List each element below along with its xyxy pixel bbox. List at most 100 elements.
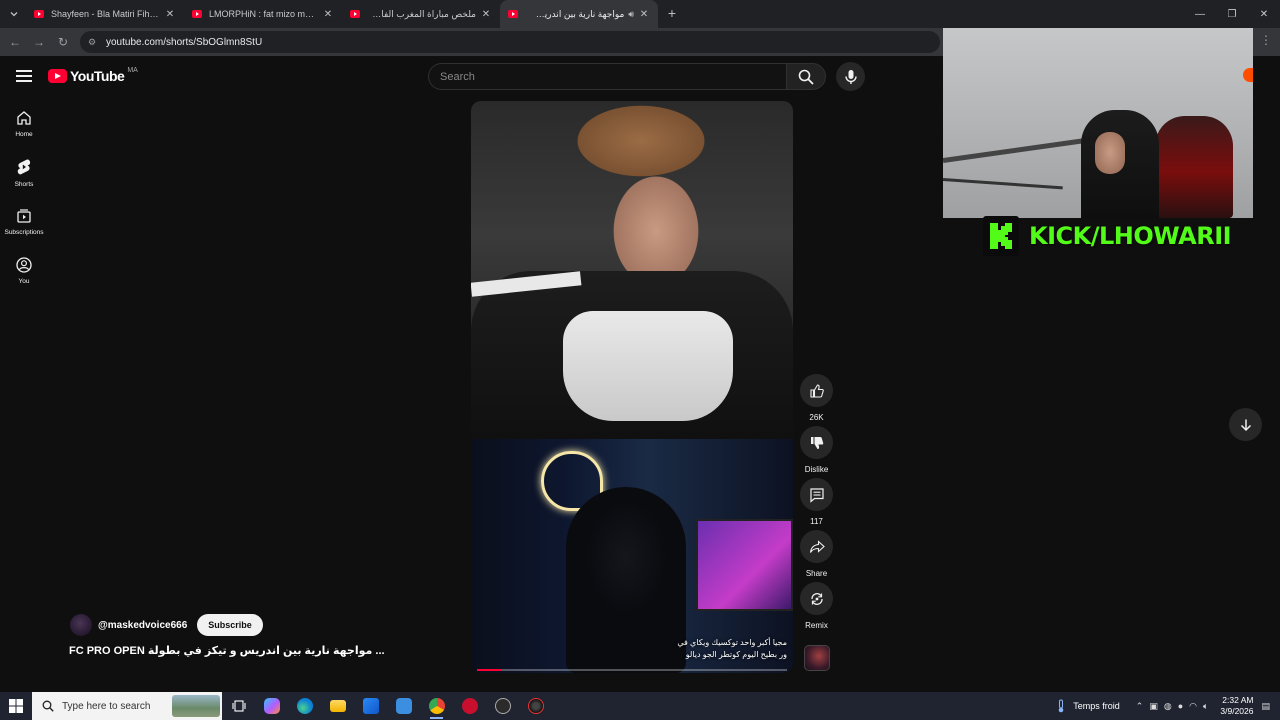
search-highlight-image xyxy=(172,695,220,717)
tab-close-icon[interactable]: ✕ xyxy=(164,9,176,20)
copilot-icon xyxy=(263,698,280,714)
like-button[interactable]: 26K xyxy=(800,374,833,422)
browser-tab[interactable]: ملخص مباراة المغرب الفاسي ضد ✕ xyxy=(342,0,500,28)
taskbar-app-4k[interactable] xyxy=(486,692,519,720)
share-button[interactable]: Share xyxy=(800,530,833,578)
dislike-button[interactable]: Dislike xyxy=(800,426,833,474)
search-button[interactable] xyxy=(786,63,826,90)
search-box xyxy=(428,63,786,90)
tab-close-icon[interactable]: ✕ xyxy=(638,9,650,20)
taskbar-app-red[interactable] xyxy=(453,692,486,720)
reload-icon[interactable]: ↻ xyxy=(54,33,72,51)
subscribe-button[interactable]: Subscribe xyxy=(197,614,263,636)
youtube-logo[interactable]: YouTube MA xyxy=(48,67,138,84)
search-bar xyxy=(428,63,826,90)
tab-close-icon[interactable]: ✕ xyxy=(322,9,334,20)
voice-search-button[interactable] xyxy=(836,62,865,91)
video-title[interactable]: FC PRO OPEN مواجهة نارية بين اندريس و تي… xyxy=(69,644,409,657)
like-circle[interactable] xyxy=(800,374,833,407)
tab-search-button[interactable] xyxy=(4,4,24,24)
taskbar-clock[interactable]: 2:32 AM 3/9/2026 xyxy=(1220,695,1253,717)
video-caption: مجيا أكبر واحد توكسيك ويكاي في ور بطيح ا… xyxy=(677,637,787,661)
webcam-face xyxy=(1095,132,1125,174)
back-arrow-icon[interactable]: ← xyxy=(6,33,24,51)
forward-arrow-icon[interactable]: → xyxy=(30,33,48,51)
speaker-icon[interactable]: 🔊︎ xyxy=(628,9,634,20)
taskbar-app-explorer[interactable] xyxy=(321,692,354,720)
video-frame-streamer xyxy=(471,101,793,439)
show-hidden-icons-icon[interactable]: ⌃ xyxy=(1136,701,1144,712)
comments-button[interactable]: 117 xyxy=(800,478,833,526)
remix-circle[interactable] xyxy=(800,582,833,615)
task-view-button[interactable] xyxy=(222,692,255,720)
close-window-icon[interactable]: ✕ xyxy=(1248,0,1280,28)
browser-tab-strip: Shayfeen - Bla Matiri Fihoum ( ✕ LMORPHi… xyxy=(0,0,1280,28)
avatar[interactable] xyxy=(70,614,92,636)
tab-close-icon[interactable]: ✕ xyxy=(480,9,492,20)
kick-banner: KICK/LHOWARII xyxy=(983,216,1232,256)
comment-icon xyxy=(809,487,824,503)
dislike-circle[interactable] xyxy=(800,426,833,459)
sidebar-item-subscriptions[interactable]: Subscriptions xyxy=(0,208,48,236)
channel-handle[interactable]: @maskedvoice666 xyxy=(98,620,187,631)
subscriptions-icon xyxy=(17,209,31,223)
taskbar-search-input[interactable] xyxy=(62,700,182,712)
caption-line: ور بطيح اليوم كوتطر الجو ديالو xyxy=(685,650,787,659)
taskbar-app-copilot[interactable] xyxy=(255,692,288,720)
windows-taskbar: Temps froid ⌃ ▣ ◍ ● ◠ 🔈︎ 2:32 AM 3/9/202… xyxy=(0,692,1280,720)
taskbar-app-edge[interactable] xyxy=(288,692,321,720)
browser-tab-active[interactable]: مواجهة نارية بين اندريس و تي 🔊︎ ✕ xyxy=(500,0,658,28)
home-icon xyxy=(17,111,31,125)
new-tab-button[interactable]: + xyxy=(664,5,680,21)
system-tray: Temps froid ⌃ ▣ ◍ ● ◠ 🔈︎ 2:32 AM 3/9/202… xyxy=(1055,692,1280,720)
minimize-icon[interactable]: — xyxy=(1184,0,1216,28)
network-icon[interactable]: ◍ xyxy=(1164,701,1172,712)
weather-widget[interactable]: Temps froid xyxy=(1055,699,1120,713)
volume-icon[interactable]: 🔈︎ xyxy=(1203,701,1208,712)
you-icon xyxy=(16,257,32,273)
start-button[interactable] xyxy=(0,692,32,720)
shorts-icon xyxy=(17,159,31,175)
logo-wordmark: YouTube xyxy=(70,68,125,84)
taskbar-app-chrome[interactable] xyxy=(420,692,453,720)
sidebar-item-label: Subscriptions xyxy=(4,229,44,236)
guide-menu-icon[interactable] xyxy=(16,70,32,82)
sidebar-item-you[interactable]: You xyxy=(0,257,48,285)
youtube-favicon-icon xyxy=(192,10,202,18)
sidebar-item-home[interactable]: Home xyxy=(0,110,48,138)
remix-label: Remix xyxy=(805,621,828,630)
webcam-edge-badge xyxy=(1243,68,1253,82)
comments-circle[interactable] xyxy=(800,478,833,511)
taskbar-app-settings[interactable] xyxy=(387,692,420,720)
webcam-overlay xyxy=(943,28,1253,218)
video-progress-fill xyxy=(477,669,502,671)
app-icon xyxy=(494,698,511,714)
tab-title: مواجهة نارية بين اندريس و تي xyxy=(525,8,625,19)
more-menu-icon[interactable]: ⋮ xyxy=(1260,33,1272,47)
notifications-icon[interactable]: ▤ xyxy=(1261,701,1270,712)
search-icon xyxy=(42,700,54,712)
like-count: 26K xyxy=(809,413,824,422)
tray-app-icon[interactable]: ▣ xyxy=(1149,701,1158,712)
clock-date: 3/9/2026 xyxy=(1220,706,1254,716)
sound-thumbnail[interactable] xyxy=(804,645,830,671)
browser-tab[interactable]: LMORPHiN : fat mizo mn lwlin ✕ xyxy=(184,0,342,28)
browser-tab[interactable]: Shayfeen - Bla Matiri Fihoum ( ✕ xyxy=(26,0,184,28)
remix-button[interactable]: Remix xyxy=(800,582,833,630)
taskbar-app-store[interactable] xyxy=(354,692,387,720)
wifi-icon[interactable]: ◠ xyxy=(1189,701,1197,712)
sidebar-item-label: You xyxy=(18,278,30,285)
video-progress-bar[interactable] xyxy=(477,669,787,671)
tab-title: ملخص مباراة المغرب الفاسي ضد xyxy=(367,8,476,19)
microphone-icon[interactable]: ● xyxy=(1178,701,1183,711)
sidebar-item-shorts[interactable]: Shorts xyxy=(0,158,48,188)
share-circle[interactable] xyxy=(800,530,833,563)
search-input[interactable] xyxy=(440,70,786,83)
taskbar-app-obs[interactable] xyxy=(519,692,552,720)
shorts-video-player[interactable]: مجيا أكبر واحد توكسيك ويكاي في ور بطيح ا… xyxy=(471,101,793,673)
address-bar[interactable]: ⚙︎ youtube.com/shorts/SbOGlmn8StU xyxy=(80,31,940,53)
video-masked-figure xyxy=(566,487,686,673)
restore-icon[interactable]: ❐ xyxy=(1216,0,1248,28)
site-info-icon[interactable]: ⚙︎ xyxy=(88,37,98,47)
next-short-button[interactable] xyxy=(1229,408,1262,441)
